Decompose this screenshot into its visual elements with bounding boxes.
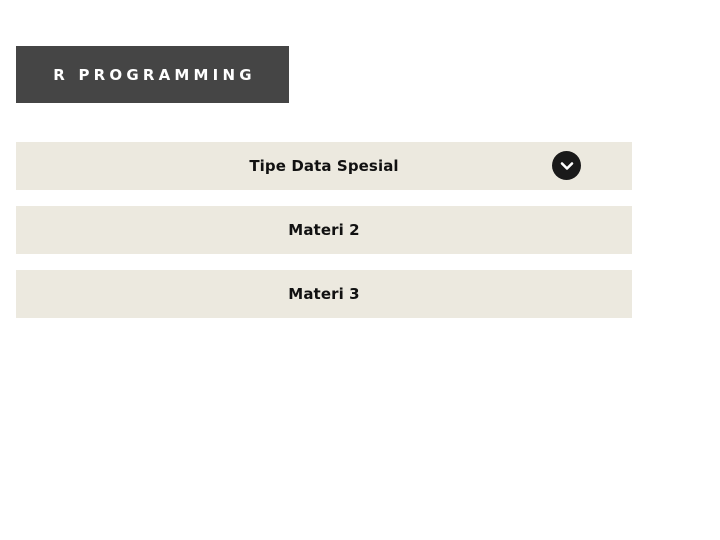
page-title: R PROGRAMMING [53, 65, 256, 84]
accordion-item-tipe-data-spesial[interactable]: Tipe Data Spesial [16, 142, 632, 190]
accordion-item-label: Tipe Data Spesial [249, 157, 399, 175]
accordion-item-label: Materi 3 [288, 285, 360, 303]
chevron-down-icon[interactable] [552, 151, 581, 180]
accordion-item-materi-3[interactable]: Materi 3 [16, 270, 632, 318]
accordion-item-materi-2[interactable]: Materi 2 [16, 206, 632, 254]
page-title-banner: R PROGRAMMING [16, 46, 289, 103]
accordion-item-label: Materi 2 [288, 221, 360, 239]
